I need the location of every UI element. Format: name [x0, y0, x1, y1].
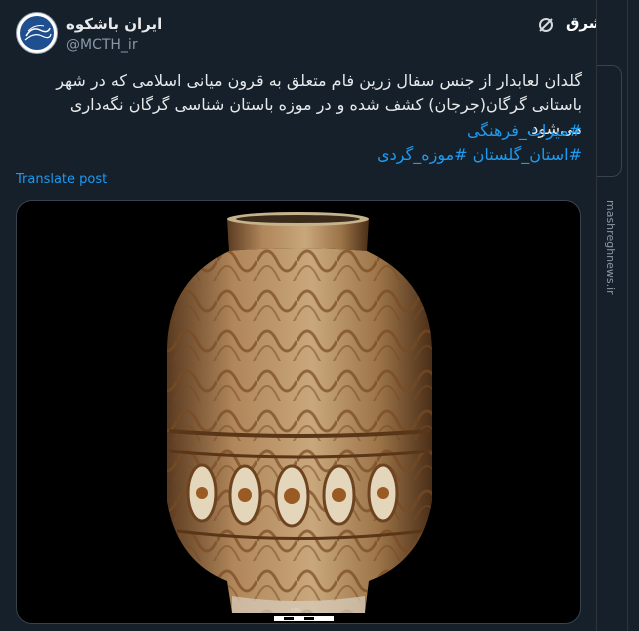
post-text-line: گلدان لعابدار از جنس سفال زرین فام متعلق… [56, 71, 582, 90]
vase-photo [167, 212, 432, 613]
grok-icon[interactable] [537, 16, 555, 34]
hashtag-link[interactable]: #استان_گلستان #موزه_گردی [377, 145, 582, 164]
media-image[interactable]: cm [16, 200, 581, 624]
watermark: mashreghnews.ir [596, 190, 639, 620]
avatar-logo-icon [20, 16, 54, 50]
post-card: ایران باشکوه @MCTH_ir گلدان لعابدار از ج… [0, 0, 613, 631]
scale-label: cm [291, 607, 301, 614]
rail-panel [597, 65, 622, 177]
watermark-text: mashreghnews.ir [604, 200, 617, 295]
account-name[interactable]: ایران باشکوه [66, 15, 162, 33]
mashregh-logo: مشرق [566, 8, 613, 34]
avatar[interactable] [16, 12, 58, 54]
account-handle[interactable]: @MCTH_ir [66, 37, 138, 53]
translate-post-link[interactable]: Translate post [16, 172, 107, 187]
hashtag-link[interactable]: #میراث_فرهنگی [467, 121, 582, 140]
scale-bar [274, 607, 334, 621]
